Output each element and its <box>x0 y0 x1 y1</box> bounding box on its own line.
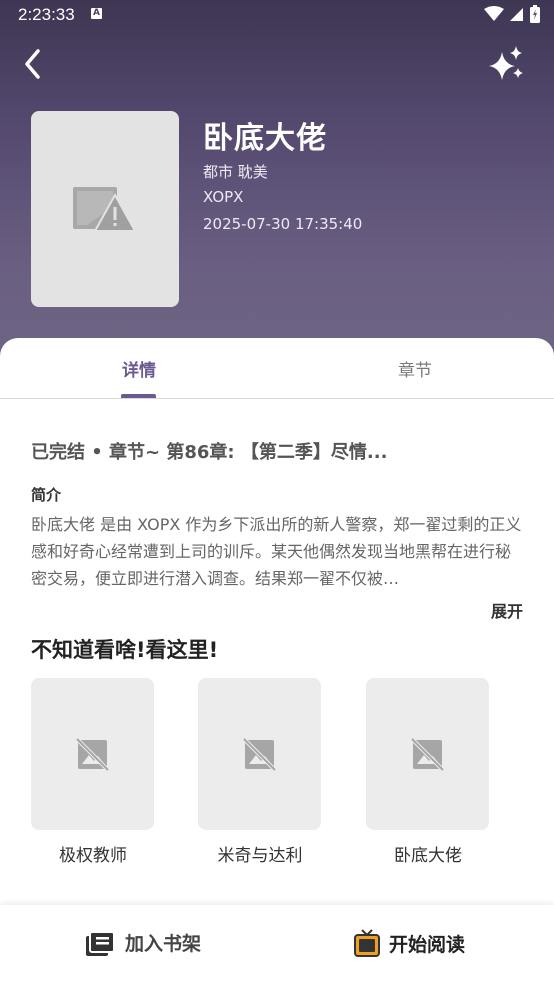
image-off-icon <box>243 738 276 771</box>
recommendation-cover <box>31 678 154 830</box>
tab-active-indicator <box>121 394 156 398</box>
book-title: 卧底大佬 <box>203 121 327 156</box>
intro-text: 卧底大佬 是由 XOPX 作为乡下派出所的新人警察，郑一翟过剩的正义感和好奇心经… <box>31 515 522 588</box>
chevron-left-icon <box>25 49 40 79</box>
back-button[interactable] <box>18 46 50 82</box>
tv-icon <box>354 929 380 957</box>
recommendation-title: 卧底大佬 <box>394 846 462 866</box>
recommendation-title: 极权教师 <box>59 846 127 866</box>
book-author[interactable]: XOPX <box>203 188 243 206</box>
status-icons <box>484 5 540 23</box>
book-cover <box>31 111 179 307</box>
recommendation-item[interactable]: 卧底大佬 <box>366 678 489 866</box>
start-reading-label: 开始阅读 <box>389 933 466 956</box>
tab-details[interactable]: 详情 <box>122 356 156 381</box>
book-tags: 都市 耽美 <box>203 163 268 181</box>
recommendation-item[interactable]: 米奇与达利 <box>198 678 321 866</box>
library-books-icon <box>86 930 115 956</box>
book-status-line[interactable]: 已完结 • 章节~ 第86章: 【第二季】尽情... <box>31 438 387 464</box>
tab-chapters[interactable]: 章节 <box>398 356 432 381</box>
add-to-shelf-label: 加入书架 <box>125 933 202 955</box>
content-sheet: 详情 章节 已完结 • 章节~ 第86章: 【第二季】尽情... 简介 卧底大佬… <box>0 338 554 984</box>
bottom-action-bar: 加入书架 开始阅读 <box>0 905 554 984</box>
signal-icon <box>510 8 523 21</box>
book-updated-time: 2025-07-30 17:35:40 <box>203 215 363 233</box>
image-off-icon <box>411 738 444 771</box>
status-indicator-icon: A <box>91 8 102 19</box>
broken-image-warning-icon <box>73 187 135 232</box>
expand-button[interactable]: 展开 <box>491 598 523 622</box>
recommendation-cover <box>198 678 321 830</box>
status-time: 2:23:33 <box>18 5 75 24</box>
recommendation-item[interactable]: 极权教师 <box>31 678 154 866</box>
battery-icon <box>530 5 540 23</box>
sparkle-icon <box>489 46 523 80</box>
wifi-icon <box>484 6 504 21</box>
tab-bar: 详情 章节 <box>0 338 554 399</box>
image-off-icon <box>76 738 109 771</box>
recommendation-title: 米奇与达利 <box>217 846 303 866</box>
ai-sparkle-button[interactable] <box>488 44 526 84</box>
status-bar: 2:23:33 A <box>0 0 554 30</box>
start-reading-button[interactable]: 开始阅读 <box>354 929 465 957</box>
recommendation-cover <box>366 678 489 830</box>
add-to-shelf-button[interactable]: 加入书架 <box>86 929 201 956</box>
recommendations-heading: 不知道看啥!看这里! <box>31 638 219 662</box>
intro-heading: 简介 <box>31 486 62 504</box>
